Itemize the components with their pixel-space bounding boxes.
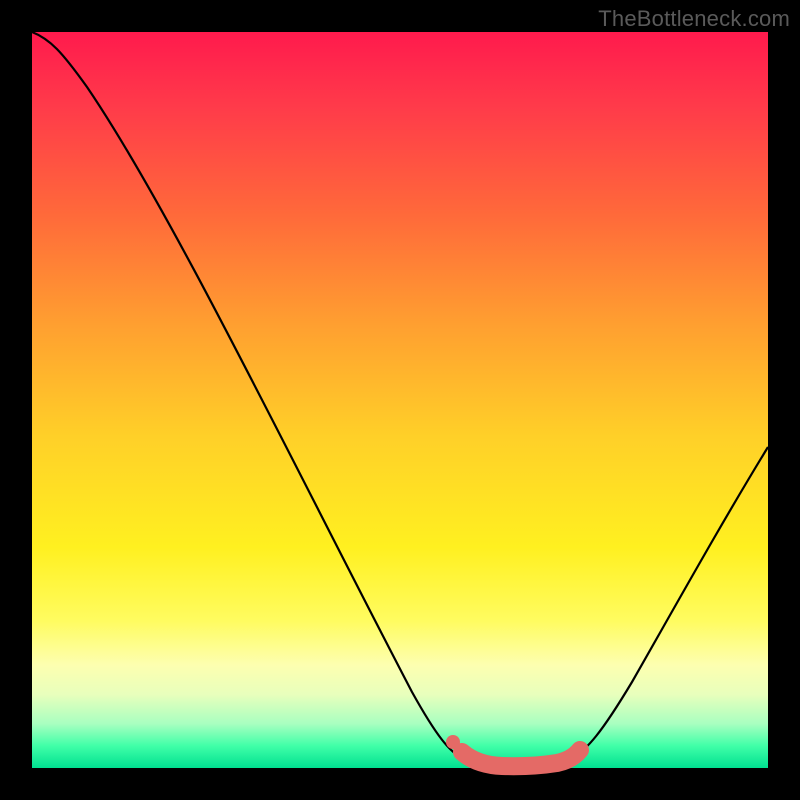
chart-svg bbox=[32, 32, 768, 768]
optimal-range-highlight bbox=[462, 750, 580, 766]
bottleneck-curve bbox=[32, 32, 768, 766]
optimal-range-start-dot bbox=[446, 735, 460, 749]
chart-stage: TheBottleneck.com bbox=[0, 0, 800, 800]
watermark-text: TheBottleneck.com bbox=[598, 6, 790, 32]
plot-area bbox=[32, 32, 768, 768]
